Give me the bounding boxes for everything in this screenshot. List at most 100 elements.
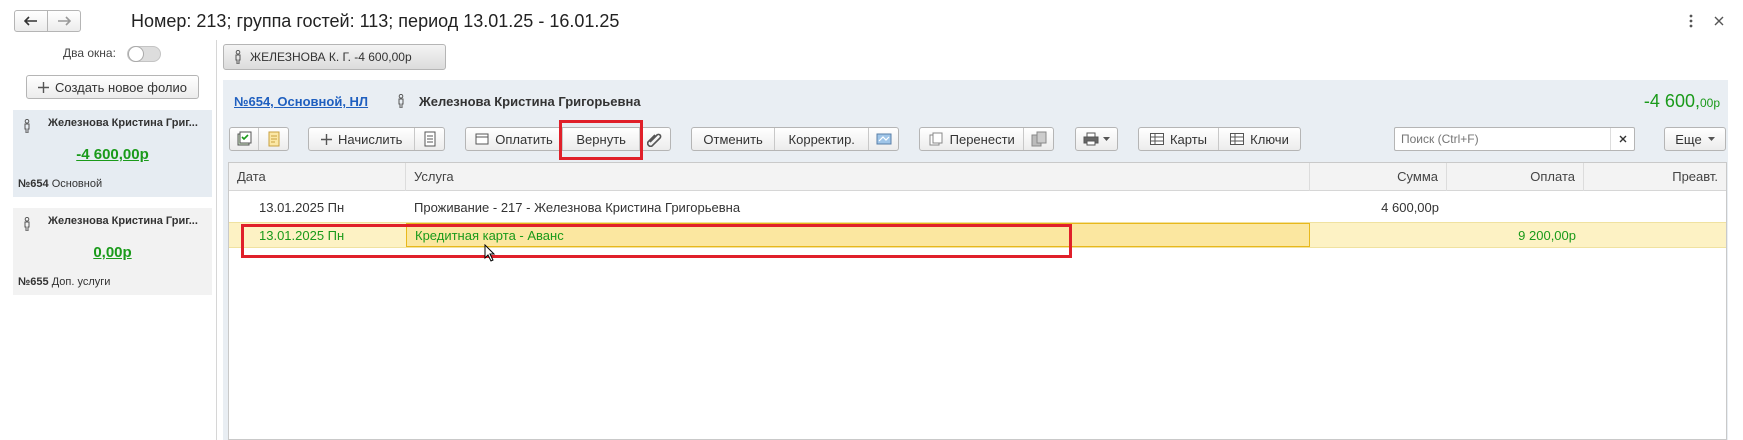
copy-icon bbox=[929, 132, 943, 146]
keys-button[interactable]: Ключи bbox=[1219, 128, 1300, 150]
folio-amount: 0,00р bbox=[93, 244, 132, 261]
col-payment[interactable]: Оплата bbox=[1447, 163, 1584, 191]
folio-link[interactable]: №654, Основной, НЛ bbox=[234, 94, 368, 109]
correction-group: Отменить Корректир. bbox=[691, 127, 899, 151]
correct-label: Корректир. bbox=[788, 131, 855, 147]
cards-button[interactable]: Карты bbox=[1139, 128, 1220, 150]
cards-keys-group: Карты Ключи bbox=[1138, 127, 1301, 151]
col-date[interactable]: Дата bbox=[229, 163, 406, 191]
grid-icon bbox=[1230, 133, 1245, 145]
create-folio-label: Создать новое фолио bbox=[55, 79, 187, 95]
folio-guest-name: Железнова Кристина Григ... bbox=[48, 215, 198, 227]
window-title: Номер: 213; группа гостей: 113; период 1… bbox=[131, 11, 620, 31]
two-windows-toggle[interactable] bbox=[127, 46, 161, 62]
document-button[interactable] bbox=[259, 128, 288, 150]
row-date: 13.01.2025 Пн bbox=[259, 227, 345, 243]
row-service: Проживание - 217 - Железнова Кристина Гр… bbox=[414, 199, 741, 215]
person-icon bbox=[234, 50, 242, 64]
check-all-button[interactable] bbox=[230, 128, 260, 150]
row-payment: 9 200,00р bbox=[1518, 227, 1576, 243]
charge-doc-button[interactable] bbox=[415, 128, 444, 150]
search-box bbox=[1394, 127, 1635, 151]
folio-card-655[interactable]: Железнова Кристина Григ... 0,00р №655 До… bbox=[13, 208, 212, 295]
printer-icon bbox=[1083, 132, 1099, 146]
mouse-cursor-icon bbox=[484, 243, 496, 265]
folio-type: Основной bbox=[51, 178, 103, 190]
close-icon[interactable] bbox=[1712, 14, 1726, 28]
table-row[interactable]: 13.01.2025 Пн Проживание - 217 - Железно… bbox=[229, 193, 1726, 221]
cancel-button[interactable]: Отменить bbox=[692, 128, 776, 150]
balance-main: -4 600, bbox=[1643, 91, 1700, 111]
arrow-right-icon bbox=[57, 16, 71, 26]
panel-divider bbox=[216, 40, 217, 440]
table-header: Дата Услуга Сумма Оплата Преавт. bbox=[229, 163, 1726, 191]
receipt-icon bbox=[424, 131, 436, 147]
more-button[interactable]: Еще bbox=[1664, 127, 1726, 151]
two-windows-label: Два окна: bbox=[63, 46, 116, 60]
transfer-label: Перенести bbox=[949, 131, 1015, 147]
caret-down-icon bbox=[1103, 137, 1110, 141]
print-button[interactable] bbox=[1075, 127, 1118, 151]
paperclip-icon bbox=[647, 131, 663, 147]
charge-label: Начислить bbox=[337, 131, 403, 147]
copy-grey-icon bbox=[1031, 131, 1047, 147]
row-sum: 4 600,00р bbox=[1381, 199, 1439, 215]
pay-button[interactable]: Оплатить bbox=[466, 128, 564, 150]
col-preavt[interactable]: Преавт. bbox=[1584, 163, 1726, 191]
refund-button[interactable]: Вернуть bbox=[563, 128, 641, 150]
search-input[interactable] bbox=[1395, 128, 1609, 150]
folio-balance: -4 600,00р bbox=[1600, 91, 1720, 112]
row-date: 13.01.2025 Пн bbox=[259, 199, 345, 215]
plus-icon bbox=[320, 133, 332, 145]
row-sum bbox=[1310, 223, 1447, 247]
folio-amount: -4 600,00р bbox=[76, 146, 149, 163]
more-vert-icon[interactable] bbox=[1684, 12, 1698, 30]
row-preavt bbox=[1584, 223, 1726, 247]
folio-guest-name: Железнова Кристина Григорьевна bbox=[419, 94, 641, 109]
refund-label: Вернуть bbox=[576, 131, 626, 147]
person-icon bbox=[397, 93, 405, 111]
clear-search-button[interactable] bbox=[1610, 128, 1634, 150]
forward-button[interactable] bbox=[47, 10, 81, 32]
keys-label: Ключи bbox=[1250, 131, 1289, 147]
select-tools-group bbox=[229, 127, 289, 151]
guest-tab[interactable]: ЖЕЛЕЗНОВА К. Г. -4 600,00р bbox=[223, 44, 446, 70]
row-service: Кредитная карта - Аванс bbox=[406, 223, 1310, 247]
balance-cents: 00р bbox=[1699, 96, 1720, 110]
cancel-label: Отменить bbox=[703, 131, 763, 147]
document-yellow-icon bbox=[267, 131, 281, 147]
transfer-extra-button[interactable] bbox=[1024, 128, 1053, 150]
transfer-group: Перенести bbox=[919, 127, 1054, 151]
col-sum[interactable]: Сумма bbox=[1310, 163, 1447, 191]
card-flag-button[interactable] bbox=[869, 128, 898, 150]
back-button[interactable] bbox=[14, 10, 48, 32]
payment-group: Оплатить Вернуть bbox=[465, 127, 671, 151]
folio-number: №655 bbox=[18, 276, 49, 288]
clear-icon bbox=[1619, 135, 1627, 143]
person-icon bbox=[23, 216, 31, 234]
table-row-selected[interactable]: 13.01.2025 Пн Кредитная карта - Аванс 9 … bbox=[229, 222, 1726, 248]
col-service[interactable]: Услуга bbox=[406, 163, 1310, 191]
plus-icon bbox=[38, 81, 49, 93]
folio-card-654[interactable]: Железнова Кристина Григ... -4 600,00р №6… bbox=[13, 110, 212, 197]
folio-type: Доп. услуги bbox=[51, 276, 111, 288]
row-payment bbox=[1447, 193, 1584, 221]
correct-button[interactable]: Корректир. bbox=[775, 128, 870, 150]
charge-button[interactable]: Начислить bbox=[309, 128, 416, 150]
grid-icon bbox=[1149, 133, 1164, 145]
cards-label: Карты bbox=[1169, 131, 1208, 147]
card-icon bbox=[876, 133, 892, 145]
arrow-left-icon bbox=[24, 16, 38, 26]
guest-tab-label: ЖЕЛЕЗНОВА К. Г. -4 600,00р bbox=[250, 50, 412, 64]
folio-guest-name: Железнова Кристина Григ... bbox=[48, 117, 198, 129]
pay-label: Оплатить bbox=[495, 131, 553, 147]
transfer-button[interactable]: Перенести bbox=[920, 128, 1025, 150]
attach-button[interactable] bbox=[640, 128, 670, 150]
person-icon bbox=[23, 118, 31, 136]
create-folio-button[interactable]: Создать новое фолио bbox=[26, 75, 199, 99]
folio-number: №654 bbox=[18, 178, 49, 190]
transactions-table: Дата Услуга Сумма Оплата Преавт. 13.01.2… bbox=[228, 162, 1727, 440]
caret-down-icon bbox=[1707, 137, 1715, 141]
row-preavt bbox=[1584, 193, 1726, 221]
wallet-icon bbox=[475, 133, 489, 145]
